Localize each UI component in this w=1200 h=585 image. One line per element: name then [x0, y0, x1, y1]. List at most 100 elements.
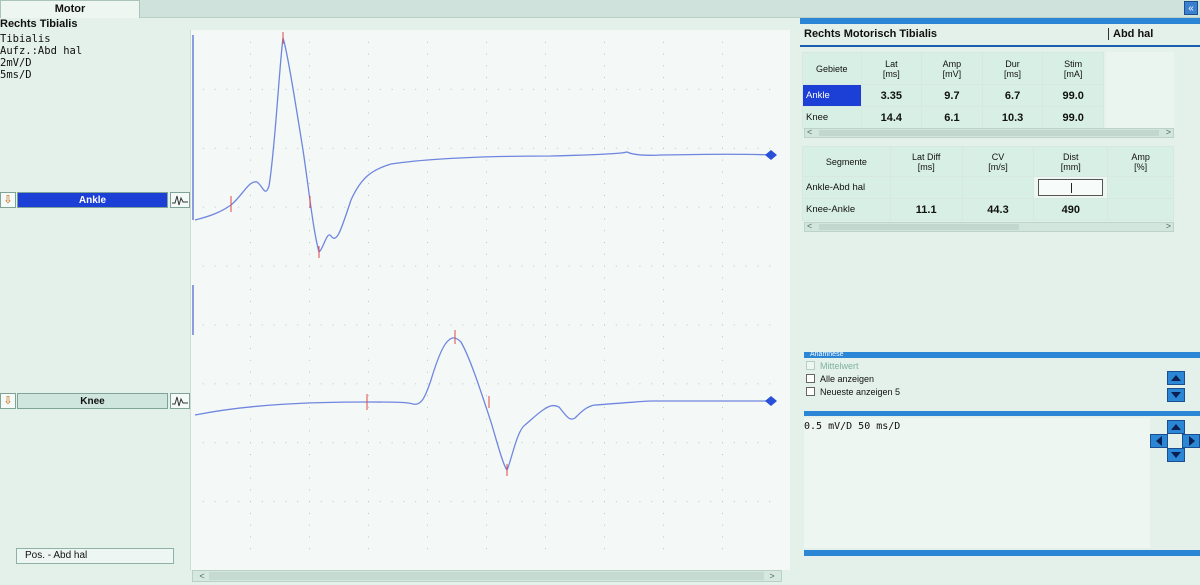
- grid-dot: [604, 489, 605, 491]
- move-up-button[interactable]: [1167, 420, 1185, 434]
- grid-dot: [309, 501, 310, 503]
- grid-dot: [273, 442, 275, 444]
- cell-lat[interactable]: 3.35: [860, 84, 923, 107]
- cell-dur[interactable]: 10.3: [981, 106, 1044, 129]
- scroll-thumb[interactable]: [819, 224, 1019, 230]
- cell-amp-pct[interactable]: [1107, 198, 1174, 221]
- grid-dot: [320, 501, 322, 503]
- ankle-end-handle-icon[interactable]: [765, 150, 777, 160]
- table-row[interactable]: Ankle 3.35 9.7 6.7 99.0: [802, 84, 1104, 107]
- checkbox-icon[interactable]: [806, 374, 815, 383]
- trace-knee-label[interactable]: Knee: [17, 393, 168, 409]
- grid-dot: [604, 336, 605, 338]
- grid-dot: [651, 147, 653, 149]
- cell-cv[interactable]: [961, 176, 1035, 199]
- checkbox-icon[interactable]: [806, 387, 815, 396]
- grid-dot: [462, 442, 464, 444]
- scroll-left-icon[interactable]: <: [195, 570, 209, 582]
- cell-cv[interactable]: 44.3: [961, 198, 1035, 221]
- row-label-knee[interactable]: Knee: [802, 106, 862, 129]
- cell-stim[interactable]: 99.0: [1042, 84, 1104, 107]
- cell-lat[interactable]: 14.4: [860, 106, 923, 129]
- grid-dot: [604, 206, 605, 208]
- table-row[interactable]: Knee 14.4 6.1 10.3 99.0: [802, 106, 1104, 129]
- grid-dot: [297, 324, 299, 326]
- scroll-left-icon[interactable]: <: [807, 221, 812, 231]
- trace-ankle-waveform-icon[interactable]: [170, 192, 190, 208]
- segment-label[interactable]: Ankle-Abd hal: [802, 176, 891, 199]
- move-down-button[interactable]: [1167, 448, 1185, 462]
- scroll-thumb[interactable]: [209, 572, 764, 580]
- row-label-ankle[interactable]: Ankle: [802, 84, 862, 107]
- cell-amp-pct[interactable]: [1107, 176, 1174, 199]
- dist-input-field[interactable]: [1038, 179, 1104, 196]
- tab-motor[interactable]: Motor: [0, 0, 140, 18]
- grid-dot: [663, 359, 664, 361]
- knee-end-handle-icon[interactable]: [765, 396, 777, 406]
- grid-dot: [309, 100, 310, 102]
- grid-dot: [722, 489, 723, 491]
- waveform-display[interactable]: [190, 30, 790, 570]
- scroll-up-button[interactable]: [1167, 371, 1185, 385]
- option-neueste-anzeigen[interactable]: Neueste anzeigen 5: [806, 387, 900, 399]
- grid-dot: [663, 242, 664, 243]
- preview-area: [804, 418, 1150, 548]
- trace-ankle-arrow-icon[interactable]: ⇩: [0, 192, 16, 208]
- table-row[interactable]: Knee-Ankle 11.1 44.3 490: [802, 198, 1174, 221]
- grid-dot: [663, 265, 664, 267]
- trace-ankle-label[interactable]: Ankle: [17, 192, 168, 208]
- grid-dot: [509, 206, 511, 208]
- grid-dot: [486, 77, 487, 79]
- trace-knee-arrow-icon[interactable]: ⇩: [0, 393, 16, 409]
- scroll-down-button[interactable]: [1167, 388, 1185, 402]
- position-field[interactable]: Pos. - Abd hal: [16, 548, 174, 564]
- cell-amp[interactable]: 9.7: [921, 84, 983, 107]
- option-mittelwert[interactable]: Mittelwert: [806, 361, 859, 373]
- cell-stim[interactable]: 99.0: [1042, 106, 1104, 129]
- grid-dot: [722, 348, 723, 349]
- grid-dot: [497, 324, 499, 326]
- grid-dot: [486, 242, 487, 243]
- grid-dot: [545, 77, 546, 79]
- grid-dot: [250, 536, 251, 538]
- waveform-horizontal-scrollbar[interactable]: < >: [192, 570, 782, 582]
- cell-latdiff[interactable]: 11.1: [889, 198, 963, 221]
- grid-dot: [309, 41, 310, 43]
- checkbox-icon[interactable]: [806, 361, 815, 370]
- col-amp: Amp [mV]: [921, 52, 983, 85]
- segmente-scrollbar[interactable]: < >: [804, 221, 1174, 232]
- option-alle-anzeigen[interactable]: Alle anzeigen: [806, 374, 874, 386]
- grid-dot: [250, 206, 251, 208]
- move-right-button[interactable]: [1182, 434, 1200, 448]
- grid-dot: [391, 383, 393, 385]
- grid-dot: [545, 159, 546, 161]
- table-row[interactable]: Ankle-Abd hal: [802, 176, 1174, 199]
- grid-dot: [663, 218, 664, 220]
- grid-dot: [604, 477, 605, 479]
- grid-dot: [568, 383, 570, 385]
- grid-dot: [297, 206, 299, 208]
- cell-dist[interactable]: 490: [1033, 198, 1109, 221]
- grid-dot: [604, 454, 605, 455]
- scroll-left-icon[interactable]: <: [807, 127, 812, 137]
- dist-input-cell[interactable]: [1033, 176, 1109, 199]
- move-left-button[interactable]: [1150, 434, 1168, 448]
- scroll-right-icon[interactable]: >: [1166, 127, 1171, 137]
- grid-dot: [663, 41, 664, 43]
- scroll-thumb[interactable]: [819, 130, 1159, 136]
- grid-dot: [427, 465, 428, 467]
- scroll-right-icon[interactable]: >: [1166, 221, 1171, 231]
- cell-dur[interactable]: 6.7: [981, 84, 1044, 107]
- cell-latdiff[interactable]: [889, 176, 963, 199]
- collapse-panel-button[interactable]: «: [1184, 1, 1198, 15]
- grid-dot: [309, 218, 310, 220]
- scroll-right-icon[interactable]: >: [765, 570, 779, 582]
- grid-dot: [427, 442, 428, 444]
- grid-dot: [250, 277, 251, 279]
- cell-amp[interactable]: 6.1: [921, 106, 983, 129]
- gebiete-scrollbar[interactable]: < >: [804, 127, 1174, 138]
- trace-knee-waveform-icon[interactable]: [170, 393, 190, 409]
- grid-dot: [226, 324, 228, 326]
- segment-label[interactable]: Knee-Ankle: [802, 198, 891, 221]
- grid-dot: [450, 206, 452, 208]
